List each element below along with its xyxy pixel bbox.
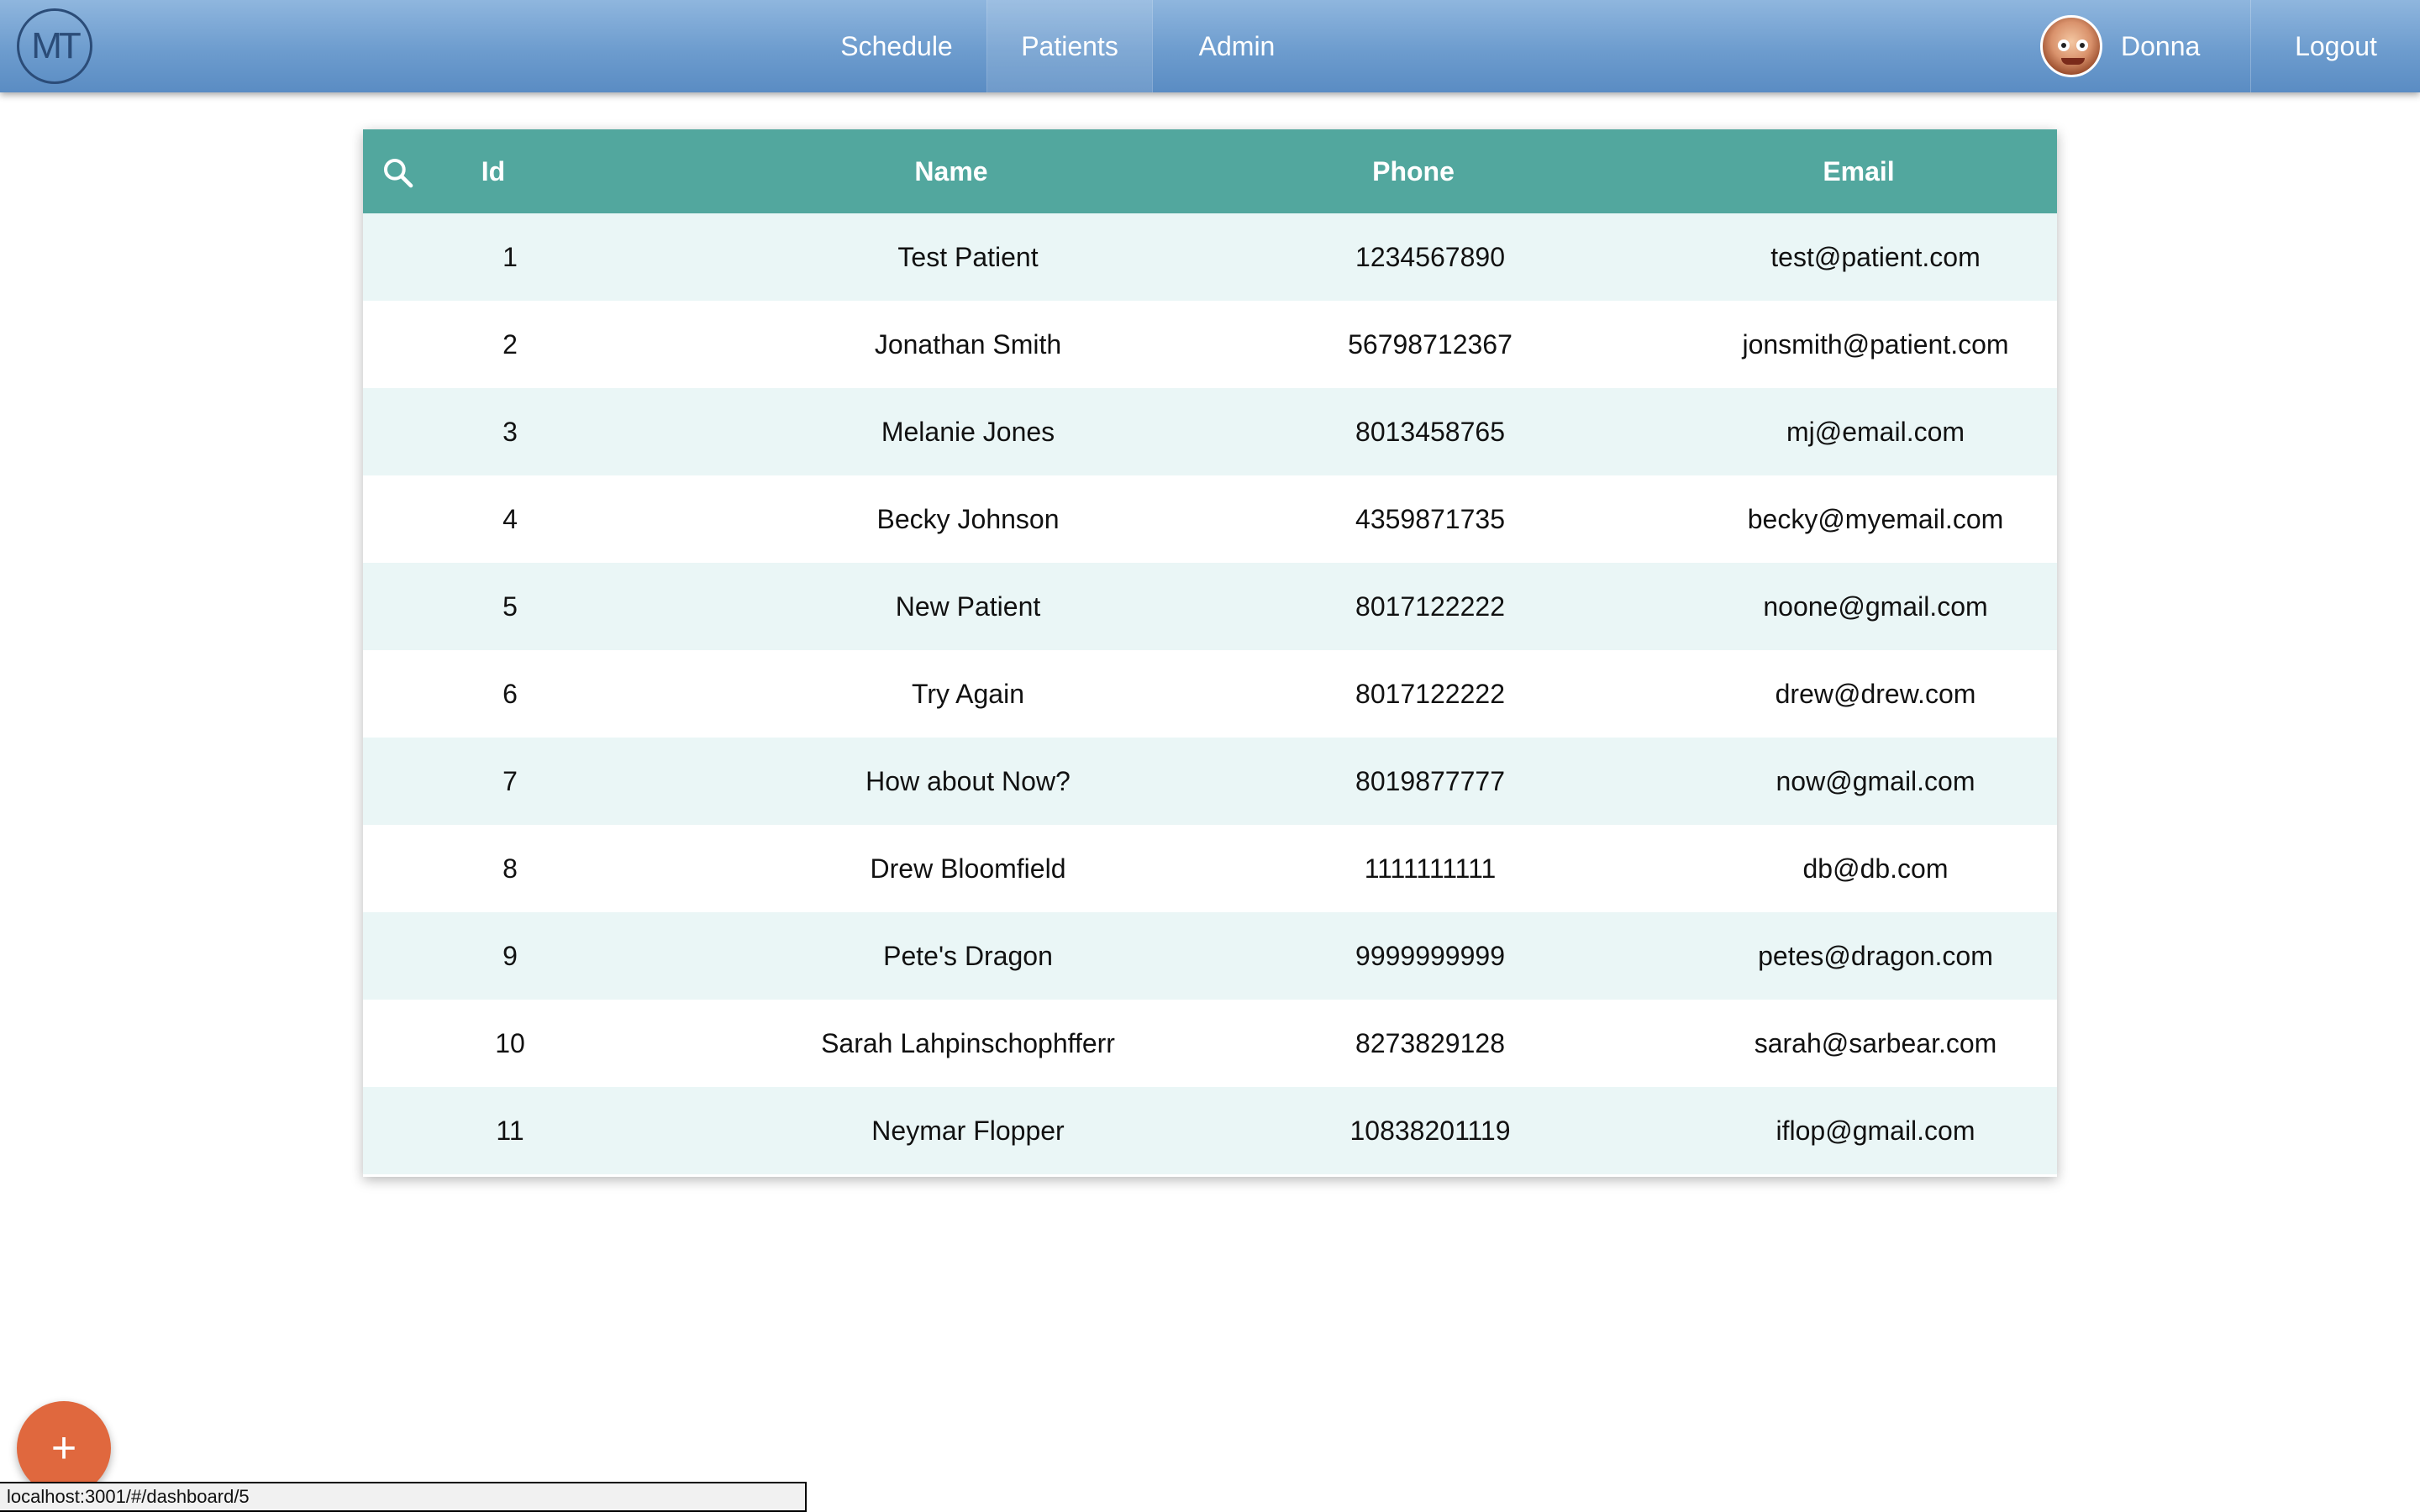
cell-name: New Patient <box>895 591 1041 622</box>
cell-id: 4 <box>502 503 518 534</box>
nav-schedule-label: Schedule <box>840 30 953 61</box>
cell-email: becky@myemail.com <box>1747 503 2004 534</box>
cell-id: 11 <box>496 1115 524 1146</box>
logout-button[interactable]: Logout <box>2252 0 2420 92</box>
nav-divider <box>2250 0 2251 92</box>
nav-patients-label: Patients <box>1021 30 1118 61</box>
top-navbar: MT Schedule Patients Admin Donna Logout <box>0 0 2420 92</box>
cell-phone: 56798712367 <box>1348 328 1512 360</box>
cell-name: Sarah Lahpinschophfferr <box>821 1027 1115 1058</box>
cell-email: sarah@sarbear.com <box>1754 1027 1997 1058</box>
nav-patients[interactable]: Patients <box>986 0 1153 92</box>
cell-email: jonsmith@patient.com <box>1742 328 2009 360</box>
table-row[interactable]: 8 Drew Bloomfield 1111111111 db@db.com <box>363 825 2057 912</box>
nav-admin-label: Admin <box>1198 30 1276 61</box>
cell-email: db@db.com <box>1802 853 1949 884</box>
user-name: Donna <box>2121 30 2201 61</box>
cell-phone: 9999999999 <box>1355 940 1505 971</box>
table-row[interactable]: 2 Jonathan Smith 56798712367 jonsmith@pa… <box>363 301 2057 388</box>
table-row[interactable]: 4 Becky Johnson 4359871735 becky@myemail… <box>363 475 2057 563</box>
cell-email: noone@gmail.com <box>1763 591 1988 622</box>
logo-text: MT <box>31 25 81 66</box>
table-row[interactable]: 9 Pete's Dragon 9999999999 petes@dragon.… <box>363 912 2057 1000</box>
cell-phone: 8013458765 <box>1355 416 1505 447</box>
cell-id: 5 <box>502 591 518 622</box>
cell-id: 3 <box>502 416 518 447</box>
avatar-eye-right <box>2076 39 2088 51</box>
plus-icon: + <box>50 1424 77 1473</box>
browser-status-bar: localhost:3001/#/dashboard/5 <box>0 1482 807 1512</box>
cell-phone: 1234567890 <box>1355 241 1505 272</box>
table-row[interactable]: 6 Try Again 8017122222 drew@drew.com <box>363 650 2057 738</box>
cell-id: 6 <box>502 678 518 709</box>
avatar-mouth <box>2061 58 2085 65</box>
nav-admin[interactable]: Admin <box>1153 0 1321 92</box>
avatar <box>2040 15 2102 77</box>
table-row[interactable]: 11 Neymar Flopper 10838201119 iflop@gmai… <box>363 1087 2057 1174</box>
cell-name: Test Patient <box>897 241 1039 272</box>
patients-table-card: Id Name Phone Email 1 Test Patient 12345… <box>363 129 2057 1177</box>
cell-email: iflop@gmail.com <box>1776 1115 1975 1146</box>
table-row[interactable]: 10 Sarah Lahpinschophfferr 8273829128 sa… <box>363 1000 2057 1087</box>
cell-id: 1 <box>502 241 518 272</box>
cell-phone: 8019877777 <box>1355 765 1505 796</box>
table-row[interactable]: 5 New Patient 8017122222 noone@gmail.com <box>363 563 2057 650</box>
cell-name: Melanie Jones <box>881 416 1055 447</box>
cell-email: petes@dragon.com <box>1758 940 1993 971</box>
cell-name: Neymar Flopper <box>871 1115 1065 1146</box>
table-row[interactable]: 3 Melanie Jones 8013458765 mj@email.com <box>363 388 2057 475</box>
column-header-email[interactable]: Email <box>1649 129 2069 213</box>
status-url: localhost:3001/#/dashboard/5 <box>7 1486 250 1507</box>
cell-email: mj@email.com <box>1786 416 1965 447</box>
table-row[interactable]: 7 How about Now? 8019877777 now@gmail.co… <box>363 738 2057 825</box>
cell-id: 10 <box>495 1027 525 1058</box>
app-root: MT Schedule Patients Admin Donna Logout <box>0 0 2420 1512</box>
cell-email: drew@drew.com <box>1775 678 1976 709</box>
cell-id: 8 <box>502 853 518 884</box>
column-header-phone[interactable]: Phone <box>1203 129 1623 213</box>
table-row[interactable]: 1 Test Patient 1234567890 test@patient.c… <box>363 213 2057 301</box>
cell-name: How about Now? <box>865 765 1071 796</box>
cell-phone: 10838201119 <box>1349 1115 1511 1146</box>
cell-id: 7 <box>502 765 518 796</box>
logo[interactable]: MT <box>17 8 92 84</box>
cell-id: 2 <box>502 328 518 360</box>
table-header: Id Name Phone Email <box>363 129 2057 213</box>
column-header-name[interactable]: Name <box>741 129 1161 213</box>
cell-name: Becky Johnson <box>876 503 1060 534</box>
column-header-id[interactable]: Id <box>439 129 548 213</box>
cell-phone: 4359871735 <box>1355 503 1505 534</box>
cell-name: Jonathan Smith <box>874 328 1062 360</box>
table-body: 1 Test Patient 1234567890 test@patient.c… <box>363 213 2057 1174</box>
cell-id: 9 <box>502 940 518 971</box>
user-menu[interactable]: Donna <box>2040 0 2200 92</box>
cell-name: Drew Bloomfield <box>870 853 1066 884</box>
cell-phone: 8017122222 <box>1355 678 1505 709</box>
cell-name: Pete's Dragon <box>883 940 1053 971</box>
cell-phone: 8273829128 <box>1355 1027 1505 1058</box>
cell-phone: 8017122222 <box>1355 591 1505 622</box>
cell-email: test@patient.com <box>1770 241 1981 272</box>
cell-phone: 1111111111 <box>1364 853 1497 884</box>
logout-label: Logout <box>2295 30 2377 61</box>
search-icon[interactable] <box>381 156 415 190</box>
cell-name: Try Again <box>912 678 1024 709</box>
avatar-eye-left <box>2058 39 2070 51</box>
nav-schedule[interactable]: Schedule <box>807 0 986 92</box>
cell-email: now@gmail.com <box>1776 765 1975 796</box>
